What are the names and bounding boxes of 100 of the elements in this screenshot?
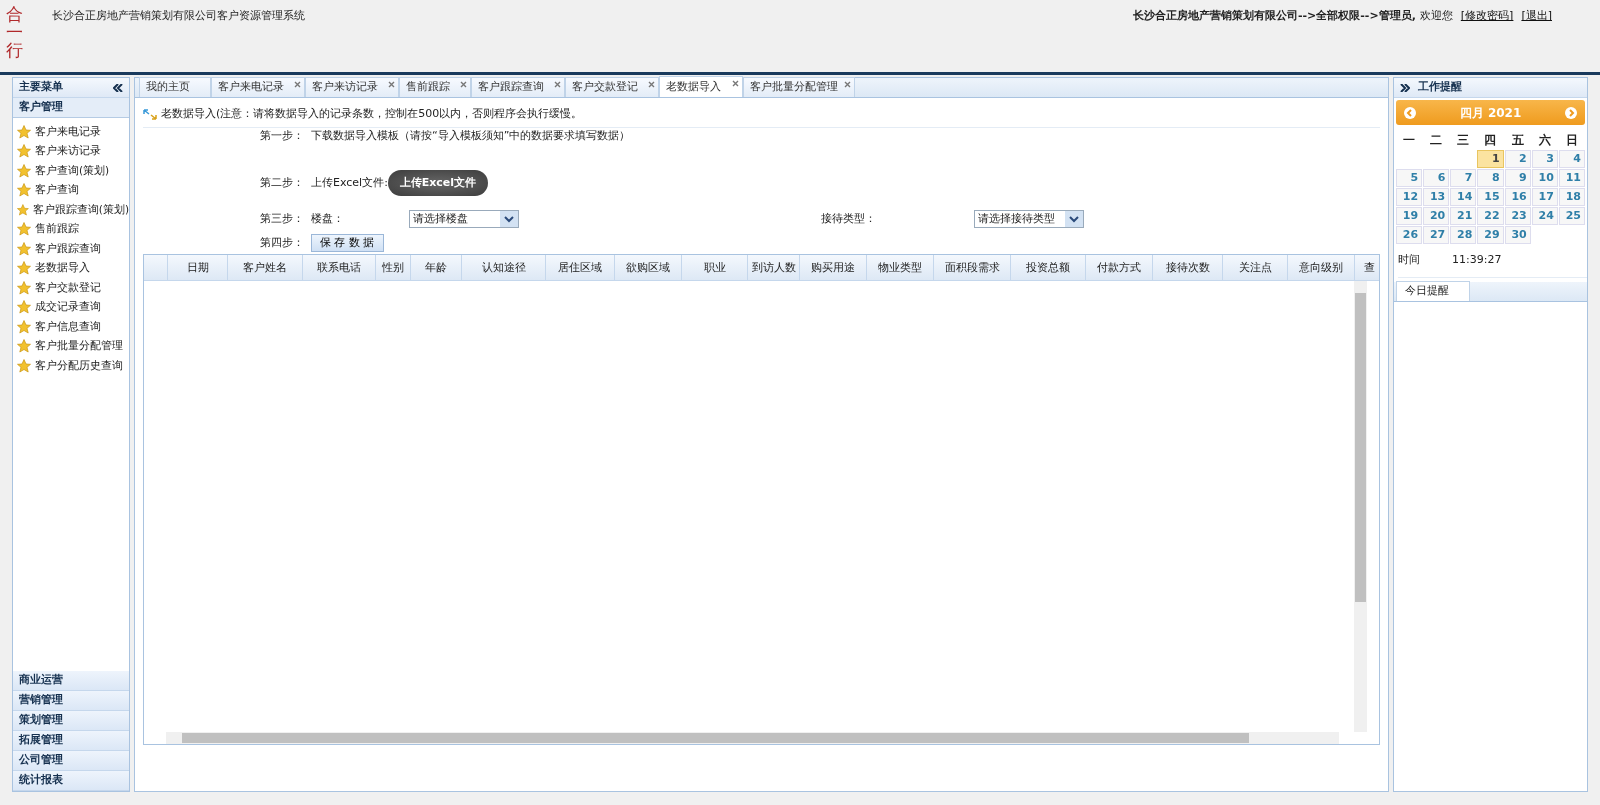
tab[interactable]: 客户来电记录 xyxy=(211,77,305,97)
calendar-day[interactable]: 14 xyxy=(1450,188,1477,206)
tab[interactable]: 客户来访记录 xyxy=(305,77,399,97)
star-icon xyxy=(17,319,31,334)
column-header: 日期 xyxy=(168,255,228,280)
calendar-day[interactable]: 23 xyxy=(1504,207,1531,225)
menu-section[interactable]: 统计报表 xyxy=(13,771,129,791)
calendar-day[interactable]: 30 xyxy=(1504,226,1531,244)
tab[interactable]: 老数据导入 xyxy=(659,76,743,97)
calendar-day[interactable]: 3 xyxy=(1531,150,1558,168)
menu-item[interactable]: 售前跟踪 xyxy=(35,221,79,238)
change-password-link[interactable]: [修改密码] xyxy=(1460,8,1514,25)
menu-section[interactable]: 拓展管理 xyxy=(13,731,129,751)
tab[interactable]: 客户批量分配管理 xyxy=(743,77,855,97)
calendar-day[interactable]: 29 xyxy=(1477,226,1504,244)
menu-item[interactable]: 客户跟踪查询(策划) xyxy=(32,201,129,218)
calendar-day[interactable]: 2 xyxy=(1504,150,1531,168)
menu-section[interactable]: 策划管理 xyxy=(13,711,129,731)
menu-item[interactable]: 客户查询(策划) xyxy=(35,162,110,179)
notice-text: 老数据导入(注意：请将数据导入的记录条数，控制在500以内，否则程序会执行缓慢。 xyxy=(161,106,583,122)
menu-section[interactable]: 商业运营 xyxy=(13,671,129,691)
vertical-scrollbar[interactable] xyxy=(1354,281,1367,732)
previous-icon xyxy=(1404,106,1416,119)
step-text: 下载数据导入模板（请按“导入模板须知”中的数据要求填写数据） xyxy=(311,127,631,144)
column-header: 查 xyxy=(1355,255,1379,280)
time-label: 时间 xyxy=(1398,252,1420,268)
menu-item[interactable]: 客户查询 xyxy=(35,182,79,199)
calendar-day[interactable]: 9 xyxy=(1504,169,1531,187)
star-icon xyxy=(17,163,31,178)
column-header: 意向级别 xyxy=(1288,255,1355,280)
logout-link[interactable]: [退出] xyxy=(1521,8,1552,25)
star-icon xyxy=(17,202,29,217)
star-icon xyxy=(17,280,31,295)
calendar-day[interactable]: 26 xyxy=(1396,226,1423,244)
menu-item[interactable]: 老数据导入 xyxy=(35,260,90,277)
calendar-day[interactable]: 22 xyxy=(1477,207,1504,225)
calendar-day[interactable]: 24 xyxy=(1531,207,1558,225)
calendar-day[interactable]: 27 xyxy=(1423,226,1450,244)
star-icon xyxy=(17,358,31,373)
menu-item[interactable]: 成交记录查询 xyxy=(35,299,101,316)
calendar-day[interactable]: 15 xyxy=(1477,188,1504,206)
save-button[interactable]: 保 存 数 据 xyxy=(311,234,384,252)
tab[interactable]: 客户跟踪查询 xyxy=(471,77,565,97)
column-header: 关注点 xyxy=(1223,255,1288,280)
calendar-day[interactable]: 1 xyxy=(1477,150,1504,168)
calendar-day[interactable]: 8 xyxy=(1477,169,1504,187)
tab[interactable]: 售前跟踪 xyxy=(399,77,471,97)
weekday-label: 四 xyxy=(1483,132,1498,149)
star-icon xyxy=(17,339,31,354)
column-header: 物业类型 xyxy=(867,255,934,280)
menu-section[interactable]: 客户管理 xyxy=(13,98,129,118)
calendar-day[interactable]: 17 xyxy=(1531,188,1558,206)
column-header: 购买用途 xyxy=(800,255,867,280)
menu-item[interactable]: 客户批量分配管理 xyxy=(35,338,123,355)
step-label: 第二步： xyxy=(260,174,305,191)
scrollbar-thumb[interactable] xyxy=(1355,293,1366,602)
weekday-label: 六 xyxy=(1537,132,1552,149)
menu-item[interactable]: 客户交款登记 xyxy=(35,279,101,296)
calendar-day[interactable]: 7 xyxy=(1450,169,1477,187)
select-field[interactable]: 请选择接待类型 xyxy=(974,210,1084,228)
menu-item[interactable]: 客户分配历史查询 xyxy=(35,357,123,374)
calendar-day[interactable]: 6 xyxy=(1423,169,1450,187)
menu-section[interactable]: 营销管理 xyxy=(13,691,129,711)
month-title: 四月 2021 xyxy=(1459,104,1522,122)
menu-item[interactable]: 客户来电记录 xyxy=(35,123,101,140)
calendar-day[interactable]: 12 xyxy=(1396,188,1423,206)
column-header: 性别 xyxy=(376,255,411,280)
calendar-day[interactable]: 21 xyxy=(1450,207,1477,225)
calendar-day[interactable]: 16 xyxy=(1504,188,1531,206)
calendar-day[interactable]: 19 xyxy=(1396,207,1423,225)
scrollbar-thumb[interactable] xyxy=(182,733,1249,743)
calendar-day[interactable]: 18 xyxy=(1558,188,1585,206)
calendar-day[interactable]: 4 xyxy=(1558,150,1585,168)
calendar-day[interactable]: 25 xyxy=(1558,207,1585,225)
menu-item[interactable]: 客户来访记录 xyxy=(35,143,101,160)
weekday-label: 五 xyxy=(1510,132,1525,149)
calendar-day[interactable]: 10 xyxy=(1531,169,1558,187)
weekday-label: 二 xyxy=(1429,132,1444,149)
calendar-day[interactable]: 5 xyxy=(1396,169,1423,187)
horizontal-scrollbar[interactable] xyxy=(166,732,1339,744)
menu-section[interactable]: 公司管理 xyxy=(13,751,129,771)
upload-button[interactable]: 上传Excel文件 xyxy=(387,170,488,196)
calendar-day[interactable]: 20 xyxy=(1423,207,1450,225)
tab[interactable]: 今日提醒 xyxy=(1396,280,1470,301)
tab[interactable]: 客户交款登记 xyxy=(565,77,659,97)
calendar-day[interactable]: 11 xyxy=(1558,169,1585,187)
select-field[interactable]: 请选择楼盘 xyxy=(409,210,519,228)
menu-title: 主要菜单 xyxy=(19,79,63,96)
star-icon xyxy=(17,144,31,159)
tab[interactable]: 我的主页 xyxy=(139,77,211,97)
menu-item[interactable]: 客户信息查询 xyxy=(35,318,101,335)
calendar-day[interactable]: 28 xyxy=(1450,226,1477,244)
menu-item[interactable]: 客户跟踪查询 xyxy=(35,240,101,257)
field-label: 楼盘： xyxy=(311,210,345,227)
time-value: 11:39:27 xyxy=(1452,252,1502,268)
calendar-day[interactable]: 13 xyxy=(1423,188,1450,206)
step-text: 上传Excel文件: xyxy=(311,174,388,191)
close-icon xyxy=(648,81,655,88)
dropdown-icon xyxy=(500,211,518,227)
column-header: 客户姓名 xyxy=(228,255,303,280)
